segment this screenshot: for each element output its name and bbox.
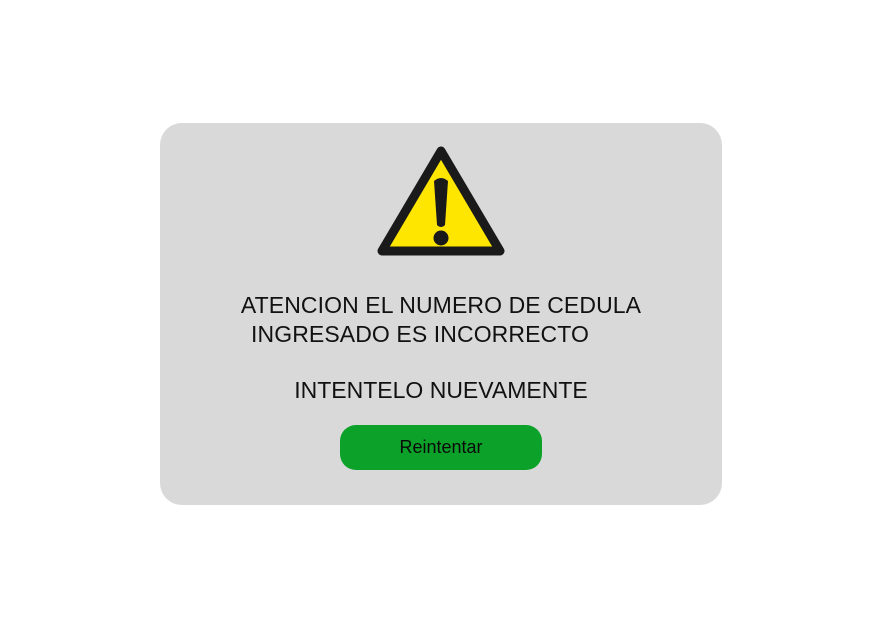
error-message: ATENCION EL NUMERO DE CEDULA INGRESADO E… <box>160 291 722 349</box>
retry-message: INTENTELO NUEVAMENTE <box>294 377 588 403</box>
retry-button[interactable]: Reintentar <box>340 425 542 470</box>
page: ATENCION EL NUMERO DE CEDULA INGRESADO E… <box>0 0 884 630</box>
error-message-line-2: INGRESADO ES INCORRECTO <box>251 321 589 347</box>
warning-triangle-icon <box>377 146 505 256</box>
error-message-line-1: ATENCION EL NUMERO DE CEDULA <box>240 292 642 318</box>
error-dialog: ATENCION EL NUMERO DE CEDULA INGRESADO E… <box>160 123 722 505</box>
